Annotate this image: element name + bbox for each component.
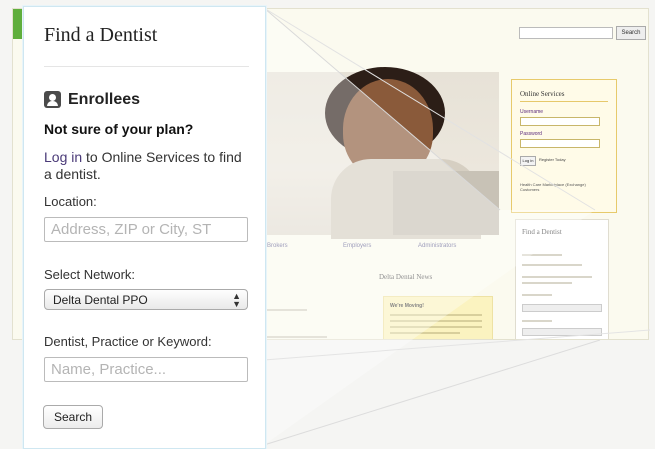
select-updown-icon: ▲ ▼ (232, 291, 241, 309)
login-link[interactable]: Log in (44, 149, 82, 165)
network-select-value: Delta Dental PPO (53, 293, 148, 307)
location-label: Location: (44, 194, 97, 209)
panel-divider (44, 66, 249, 67)
location-input[interactable] (44, 217, 248, 242)
enrollees-heading: Enrollees (68, 91, 141, 108)
network-label: Select Network: (44, 267, 136, 282)
keyword-label: Dentist, Practice or Keyword: (44, 334, 212, 349)
enrollee-user-icon (44, 91, 61, 108)
not-sure-heading: Not sure of your plan? (44, 121, 194, 137)
find-dentist-panel: Find a Dentist Enrollees Not sure of you… (23, 6, 266, 449)
panel-title: Find a Dentist (44, 24, 158, 46)
network-select[interactable]: Delta Dental PPO ▲ ▼ (44, 289, 248, 310)
zoom-fan-overlay (264, 8, 595, 445)
login-prompt: Log in to Online Services to find a dent… (44, 149, 249, 183)
search-button[interactable]: Search (43, 405, 103, 429)
keyword-input[interactable] (44, 357, 248, 382)
